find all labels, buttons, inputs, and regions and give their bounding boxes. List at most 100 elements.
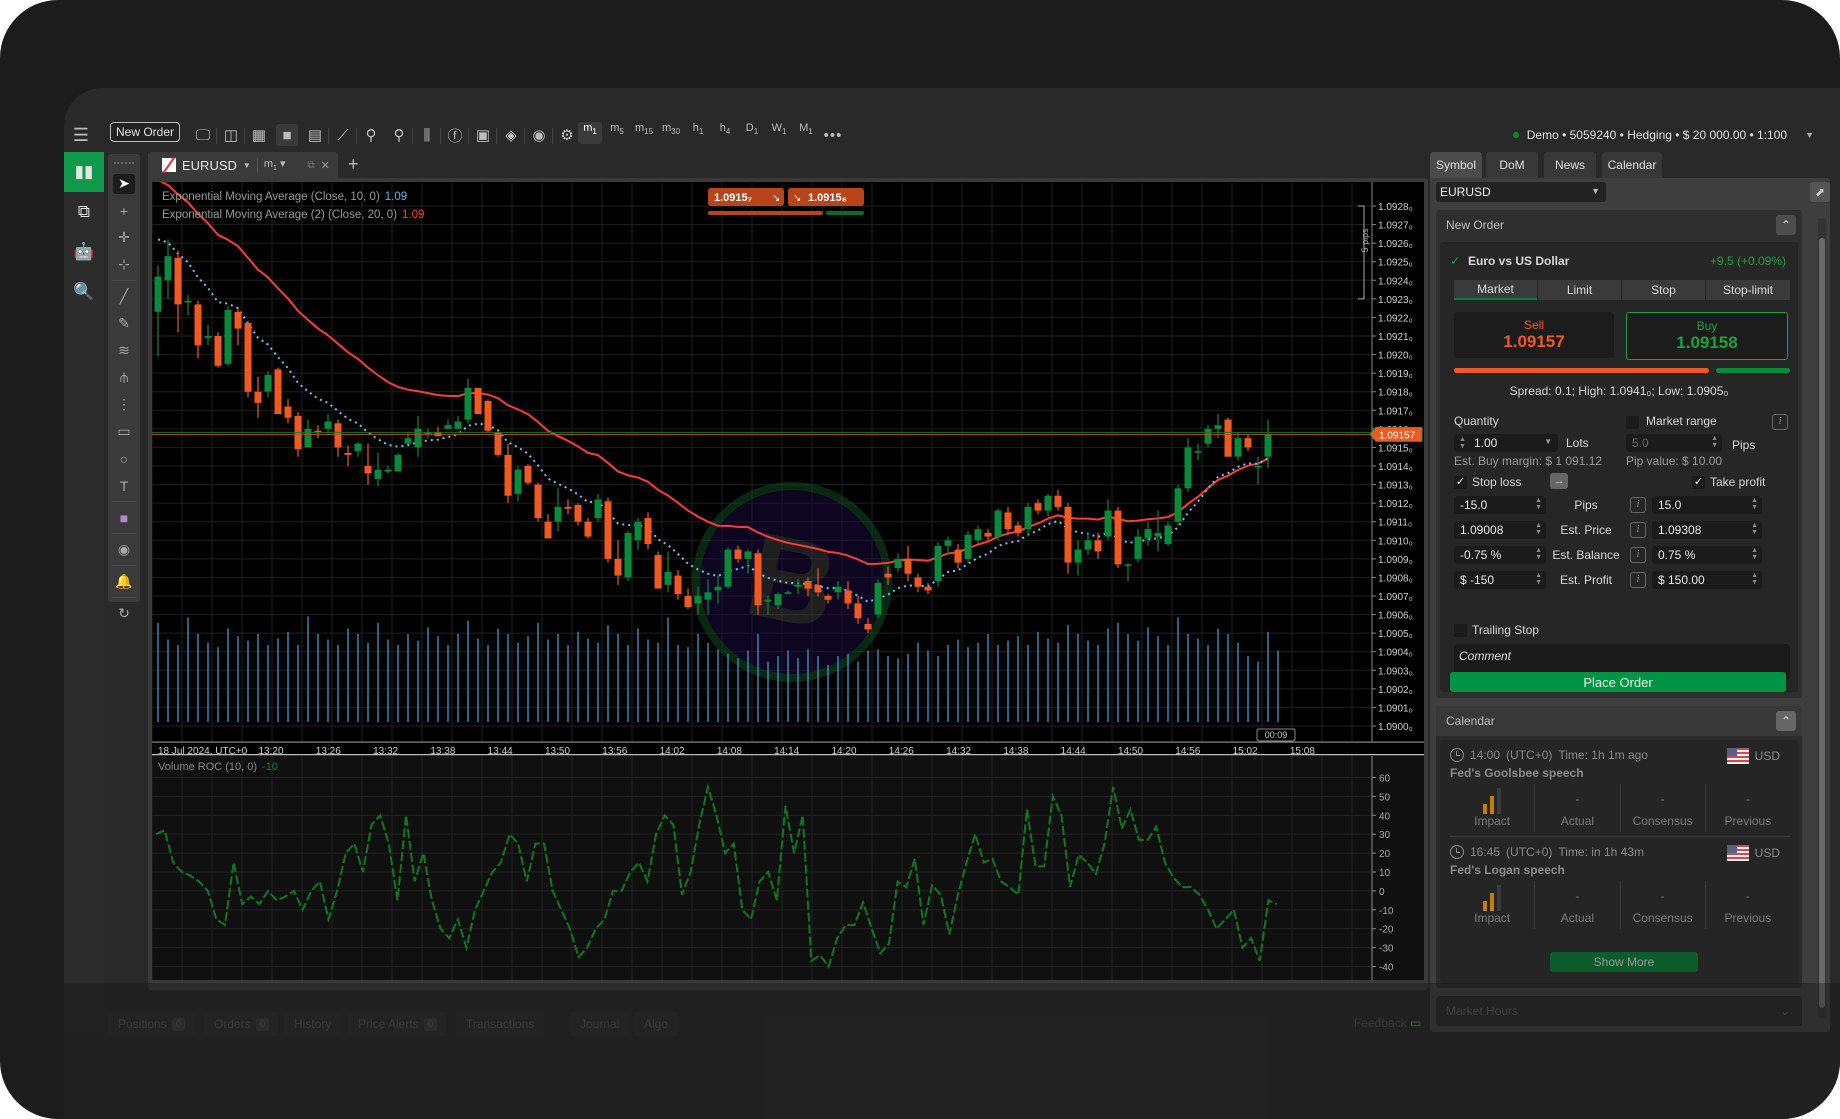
order-type-limit[interactable]: Limit xyxy=(1538,280,1621,300)
monitor-chart-icon[interactable]: 🖵 xyxy=(192,124,214,146)
show-more-button[interactable]: Show More xyxy=(1550,952,1698,972)
take-profit-checkbox[interactable]: ✓ xyxy=(1692,476,1705,489)
bottom-tab-algo[interactable]: Algo xyxy=(634,1012,679,1036)
pitchfork-icon[interactable]: ⫛ xyxy=(108,364,140,391)
alert-bell-icon[interactable]: 🔔 xyxy=(108,568,140,595)
arrow-right-icon[interactable]: → xyxy=(1550,473,1568,489)
sell-button[interactable]: Sell 1.09157 xyxy=(1454,312,1614,358)
chart-horizontal-scrollbar[interactable] xyxy=(152,980,1424,986)
stop-loss-est-balance-input[interactable]: -0.75 % ▲ ▼ xyxy=(1454,546,1546,564)
quantity-input[interactable]: ▲ ▼ 1.00 ▼ xyxy=(1454,434,1558,452)
copy-icon[interactable]: ⧉ xyxy=(64,192,104,232)
bottom-tab-journal[interactable]: Journal xyxy=(570,1012,630,1036)
bottom-tab-history[interactable]: History xyxy=(284,1012,342,1036)
more-icon[interactable]: ••• xyxy=(822,124,844,146)
add-indicator-icon[interactable]: ⟋ xyxy=(332,124,354,146)
chart-tab-eurusd[interactable]: EURUSD ▼ m1 ▾ ⧉ ✕ xyxy=(148,152,338,178)
symbol-dropdown-icon[interactable]: ▼ xyxy=(243,161,251,170)
take-profit-est-balance-input[interactable]: 0.75 % ▲ ▼ xyxy=(1652,546,1762,564)
timeframe-m30[interactable]: m30 xyxy=(659,122,683,144)
cbot-icon[interactable]: ▣ xyxy=(472,124,494,146)
replay-icon[interactable]: ↻ xyxy=(108,600,140,627)
rectangle-icon[interactable]: ▭ xyxy=(108,418,140,445)
automate-robot-icon[interactable]: 🤖 xyxy=(64,232,104,272)
eye-icon[interactable]: ◉ xyxy=(528,124,550,146)
single-view-icon[interactable]: ■ xyxy=(276,124,298,146)
grid-4-icon[interactable]: ▦ xyxy=(248,124,270,146)
detach-icon[interactable]: ⧉ xyxy=(307,160,314,171)
brush-icon[interactable]: ✎ xyxy=(108,310,140,337)
info-icon[interactable]: i xyxy=(1630,572,1646,588)
timeframe-M1[interactable]: M1 xyxy=(794,122,818,144)
tab-symbol[interactable]: Symbol xyxy=(1430,152,1482,178)
timeframe-D1[interactable]: D1 xyxy=(740,122,764,144)
chart-timeframe-selector[interactable]: m1 ▾ xyxy=(264,157,286,172)
crosshair-measure-icon[interactable]: ✛ xyxy=(108,224,140,251)
stop-loss-est-price-input[interactable]: 1.09008 ▲ ▼ xyxy=(1454,521,1546,539)
timeframe-m1[interactable]: m1 xyxy=(578,122,602,144)
bottom-tab-price-alerts[interactable]: Price Alerts 0 xyxy=(348,1012,448,1036)
hamburger-menu-icon[interactable]: ☰ xyxy=(70,124,92,146)
zoom-rect-icon[interactable]: ⊹ xyxy=(108,251,140,278)
market-range-input[interactable]: 5.0 ▲ ▼ xyxy=(1626,434,1722,452)
timeframe-m5[interactable]: m5 xyxy=(605,122,629,144)
order-type-stop[interactable]: Stop xyxy=(1622,280,1705,300)
info-icon[interactable]: i xyxy=(1630,547,1646,563)
ellipse-icon[interactable]: ○ xyxy=(108,445,140,472)
take-profit-pips-input[interactable]: 15.0 ▲ ▼ xyxy=(1652,496,1762,514)
text-icon[interactable]: T xyxy=(108,472,140,499)
trendline-icon[interactable]: ╱ xyxy=(108,283,140,310)
stop-loss-est-profit-input[interactable]: $ -150 ▲ ▼ xyxy=(1454,571,1546,589)
place-order-button[interactable]: Place Order xyxy=(1450,672,1786,692)
tab-dom[interactable]: DoM xyxy=(1486,152,1538,178)
symbol-select[interactable]: EURUSD ▼ xyxy=(1436,182,1606,202)
order-type-market[interactable]: Market xyxy=(1454,280,1537,300)
info-icon[interactable]: i xyxy=(1630,497,1646,513)
stop-loss-pips-input[interactable]: -15.0 ▲ ▼ xyxy=(1454,496,1546,514)
split-view-icon[interactable]: ▤ xyxy=(304,124,326,146)
add-chart-tab-button[interactable]: + xyxy=(348,154,359,175)
fibonacci-icon[interactable]: ⋮ xyxy=(108,391,140,418)
order-type-stop-limit[interactable]: Stop-limit xyxy=(1706,280,1790,300)
collapse-new-order-button[interactable]: ⌃ xyxy=(1776,215,1796,235)
info-icon[interactable]: i xyxy=(1772,414,1788,430)
take-profit-est-price-input[interactable]: 1.09308 ▲ ▼ xyxy=(1652,521,1762,539)
timeframe-h1[interactable]: h1 xyxy=(686,122,710,144)
trailing-stop-checkbox[interactable] xyxy=(1454,624,1467,637)
analyze-search-icon[interactable]: 🔍 xyxy=(64,272,104,312)
zoom-in-icon[interactable]: ⚲ xyxy=(388,124,410,146)
candlestick-type-icon[interactable]: ⫼ xyxy=(416,124,438,146)
tab-calendar[interactable]: Calendar xyxy=(1602,152,1662,178)
zoom-out-icon[interactable]: ⚲ xyxy=(360,124,382,146)
timeframe-m15[interactable]: m15 xyxy=(632,122,656,144)
chart-settings-icon[interactable]: ⚙ xyxy=(556,124,578,146)
calendar-event[interactable]: 14:00 (UTC+0) Time: 1h 1m ago Fed's Goolsbe… xyxy=(1450,744,1790,838)
chevron-down-icon[interactable]: ▼ xyxy=(1805,130,1814,140)
market-range-checkbox[interactable] xyxy=(1626,416,1639,429)
new-order-button[interactable]: New Order xyxy=(110,122,180,142)
layout-icon[interactable]: ◫ xyxy=(220,124,242,146)
quick-sell-button[interactable]: 1.0915₇ ↘ xyxy=(708,188,784,206)
buy-button[interactable]: Buy 1.09158 xyxy=(1626,312,1788,360)
cursor-icon[interactable]: ➤ xyxy=(108,170,140,197)
open-chart-icon[interactable]: ⬈ xyxy=(1810,182,1830,202)
account-selector[interactable]: Demo • 5059240 • Hedging • $ 20 000.00 •… xyxy=(1512,128,1814,142)
bottom-tab-orders[interactable]: Orders 0 xyxy=(204,1012,280,1036)
tab-news[interactable]: News xyxy=(1544,152,1596,178)
collapse-calendar-button[interactable]: ⌃ xyxy=(1776,711,1796,731)
calendar-event[interactable]: 16:45 (UTC+0) Time: in 1h 43m Fed's Logan s… xyxy=(1450,841,1790,935)
layers-icon[interactable]: ◈ xyxy=(500,124,522,146)
elliott-icon[interactable]: ≋ xyxy=(108,337,140,364)
feedback-button[interactable]: Feedback ▭ xyxy=(1354,1016,1421,1030)
facebook-icon[interactable]: ⓕ xyxy=(444,124,466,146)
bottom-tab-positions[interactable]: Positions 0 xyxy=(108,1012,196,1036)
take-profit-est-profit-input[interactable]: $ 150.00 ▲ ▼ xyxy=(1652,571,1762,589)
bottom-tab-transactions[interactable]: Transactions xyxy=(456,1012,545,1036)
stop-loss-checkbox[interactable]: ✓ xyxy=(1454,476,1467,489)
timeframe-W1[interactable]: W1 xyxy=(767,122,791,144)
crosshair-icon[interactable]: + xyxy=(108,197,140,224)
price-chart[interactable]: B1.0928₀1.0927₀1.0926₀1.0925₀1.0924₀1.09… xyxy=(152,182,1424,986)
camera-icon[interactable]: ◉ xyxy=(108,536,140,563)
color-swatch-icon[interactable]: ■ xyxy=(108,504,140,531)
timeframe-h4[interactable]: h4 xyxy=(713,122,737,144)
